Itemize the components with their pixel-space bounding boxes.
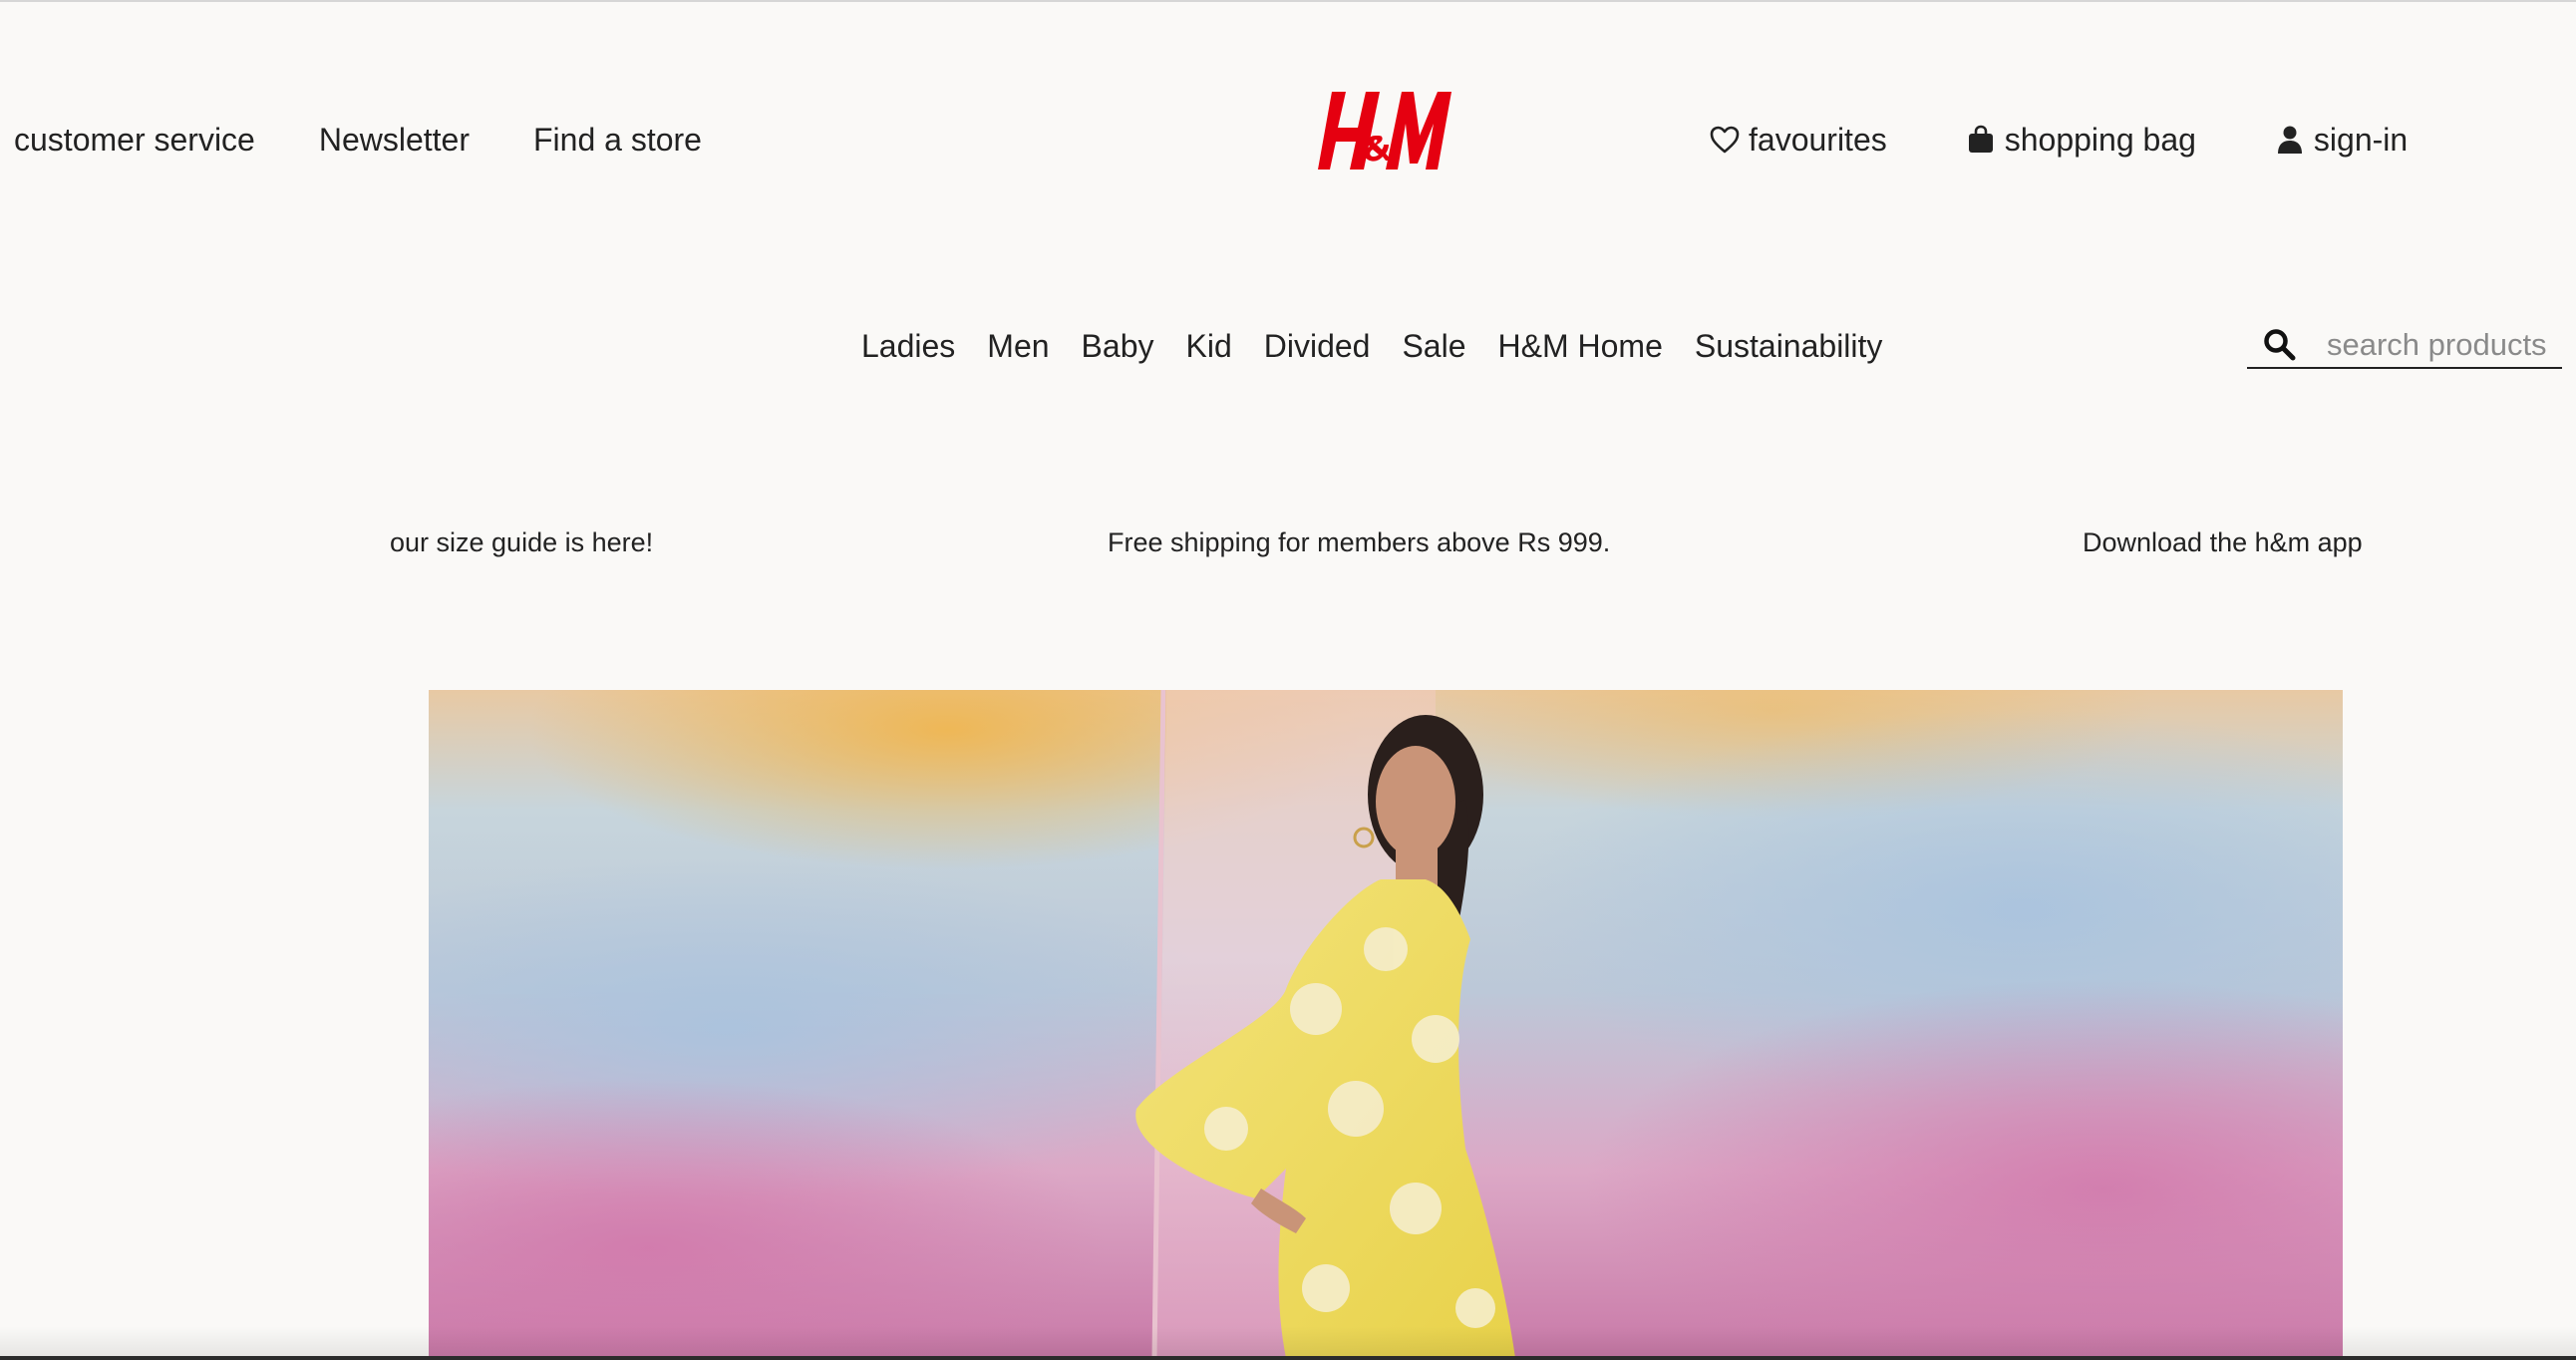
nav-item-sale[interactable]: Sale — [1402, 325, 1465, 367]
sign-in-link[interactable]: sign-in — [2274, 120, 2408, 160]
promo-size-guide[interactable]: our size guide is here! — [390, 524, 653, 560]
favourites-link[interactable]: favourites — [1709, 120, 1887, 160]
account-nav: favourites shopping bag sign-in — [1709, 120, 2408, 160]
promo-download-app[interactable]: Download the h&m app — [2083, 524, 2363, 560]
nav-item-kid[interactable]: Kid — [1185, 325, 1231, 367]
shopping-bag-link[interactable]: shopping bag — [1965, 120, 2196, 160]
utility-nav: customer service Newsletter Find a store — [14, 120, 702, 160]
model-in-yellow-floral-dress-photo — [429, 690, 2343, 1358]
nav-item-divided[interactable]: Divided — [1264, 325, 1371, 367]
nav-item-sustainability[interactable]: Sustainability — [1695, 325, 1883, 367]
search-bar — [2247, 323, 2562, 369]
hm-logo-icon — [1318, 92, 1451, 170]
heart-icon — [1709, 124, 1741, 156]
bottom-divider — [0, 1356, 2576, 1360]
search-icon[interactable] — [2263, 325, 2299, 365]
search-input[interactable] — [2327, 327, 2562, 363]
promo-free-shipping[interactable]: Free shipping for members above Rs 999. — [1108, 524, 1610, 560]
favourites-label: favourites — [1749, 122, 1887, 158]
customer-service-link[interactable]: customer service — [14, 120, 255, 160]
shopping-bag-icon — [1965, 124, 1997, 156]
hm-logo[interactable] — [1318, 84, 1451, 179]
find-a-store-link[interactable]: Find a store — [533, 120, 702, 160]
hero-banner[interactable] — [429, 690, 2343, 1358]
nav-item-hm-home[interactable]: H&M Home — [1498, 325, 1663, 367]
user-icon — [2274, 124, 2306, 156]
nav-item-men[interactable]: Men — [987, 325, 1049, 367]
nav-item-ladies[interactable]: Ladies — [861, 325, 955, 367]
sign-in-label: sign-in — [2313, 122, 2409, 158]
shopping-bag-label: shopping bag — [2004, 122, 2196, 158]
newsletter-link[interactable]: Newsletter — [319, 120, 470, 160]
nav-item-baby[interactable]: Baby — [1082, 325, 1154, 367]
main-nav: Ladies Men Baby Kid Divided Sale H&M Hom… — [861, 325, 1882, 367]
page: customer service Newsletter Find a store — [0, 0, 2576, 1360]
